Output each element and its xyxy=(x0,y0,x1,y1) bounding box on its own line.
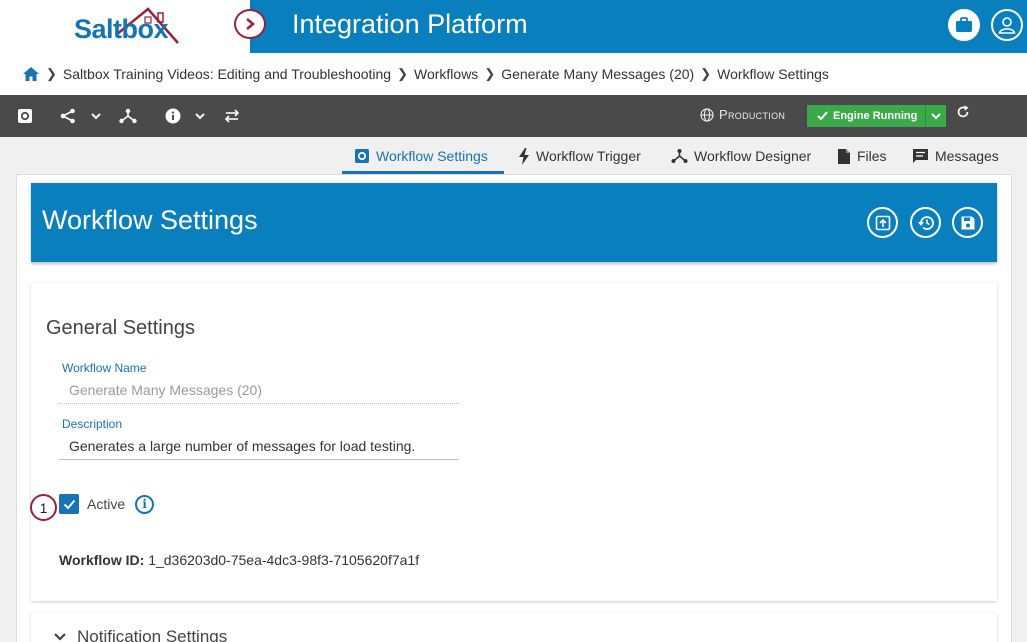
workflow-id-label: Workflow ID: xyxy=(59,552,145,568)
export-button[interactable] xyxy=(867,207,898,238)
briefcase-icon xyxy=(956,17,972,32)
breadcrumb-item-workflow[interactable]: Generate Many Messages (20) xyxy=(501,66,694,82)
tab-files[interactable]: Files xyxy=(837,145,887,174)
chevron-right-icon: ❯ xyxy=(484,66,496,81)
file-icon xyxy=(838,149,850,164)
user-icon xyxy=(998,17,1016,34)
app-title: Integration Platform xyxy=(292,9,528,39)
chevron-right-icon: ❯ xyxy=(700,66,712,81)
tab-label: Workflow Settings xyxy=(376,148,488,164)
sidebar-toggle-button[interactable] xyxy=(234,9,266,39)
swap-tool-button[interactable] xyxy=(223,106,241,126)
tab-label: Files xyxy=(857,148,887,164)
share-tool-button[interactable] xyxy=(60,106,76,126)
workflow-id: Workflow ID: 1_d36203d0-75ea-4dc3-98f3-7… xyxy=(59,552,419,568)
chevron-down-icon xyxy=(195,113,205,120)
active-label: Active xyxy=(87,496,126,512)
tab-workflow-trigger[interactable]: Workflow Trigger xyxy=(518,145,641,174)
engine-dropdown-button[interactable] xyxy=(925,105,946,127)
check-icon xyxy=(817,111,828,121)
user-profile-button[interactable] xyxy=(991,9,1023,41)
section-title: General Settings xyxy=(46,317,195,339)
message-icon xyxy=(913,149,928,163)
environment-indicator[interactable]: Production xyxy=(700,107,785,122)
share-dropdown-button[interactable] xyxy=(90,106,102,126)
notification-settings-card[interactable]: Notification Settings xyxy=(31,613,997,642)
tab-label: Workflow Designer xyxy=(694,148,812,164)
environment-label: Production xyxy=(719,107,786,122)
tab-workflow-designer[interactable]: Workflow Designer xyxy=(671,145,811,174)
notification-settings-header[interactable]: Notification Settings xyxy=(53,627,227,642)
flow-icon xyxy=(671,149,688,163)
logo-text: Saltbox xyxy=(74,14,169,44)
app-header: Saltbox Integration Platform xyxy=(0,0,1027,53)
chevron-down-icon xyxy=(54,633,66,641)
flow-tool-button[interactable] xyxy=(119,106,137,126)
export-icon xyxy=(875,215,890,230)
history-button[interactable] xyxy=(910,207,941,238)
tab-messages[interactable]: Messages xyxy=(912,145,999,174)
page-banner: Workflow Settings xyxy=(31,183,997,262)
gear-icon xyxy=(355,149,369,163)
chevron-right-icon: ❯ xyxy=(46,66,57,81)
settings-tool-button[interactable] xyxy=(17,106,33,126)
tab-workflow-settings[interactable]: Workflow Settings xyxy=(342,145,504,174)
info-tool-button[interactable] xyxy=(165,106,181,126)
active-checkbox[interactable] xyxy=(59,494,79,514)
description-label: Description xyxy=(62,417,123,431)
save-button[interactable] xyxy=(952,207,983,238)
breadcrumb-item-current: Workflow Settings xyxy=(717,66,829,82)
workflow-name-field: Generate Many Messages (20) xyxy=(59,382,459,404)
notification-settings-title: Notification Settings xyxy=(77,627,228,642)
home-icon[interactable] xyxy=(22,66,40,82)
breadcrumb-item-project[interactable]: Saltbox Training Videos: Editing and Tro… xyxy=(63,66,391,82)
globe-icon xyxy=(700,107,714,122)
save-icon xyxy=(961,216,974,229)
tab-bar: Workflow Settings Workflow Trigger Workf… xyxy=(0,137,1027,174)
logo-area: Saltbox xyxy=(0,0,250,53)
workflow-id-value: 1_d36203d0-75ea-4dc3-98f3-7105620f7a1f xyxy=(148,552,420,568)
engine-status-button[interactable]: Engine Running xyxy=(807,105,925,127)
general-settings-card: General Settings Workflow Name Generate … xyxy=(31,283,997,601)
chevron-down-icon xyxy=(931,113,941,120)
chevron-right-icon: ❯ xyxy=(397,66,408,81)
active-toggle-row: Active i xyxy=(59,494,155,514)
check-icon xyxy=(63,499,75,509)
share-icon xyxy=(60,108,75,124)
toolbar: Production Engine Running xyxy=(0,95,1027,137)
workflow-name-label: Workflow Name xyxy=(62,361,147,375)
gear-icon xyxy=(18,109,32,123)
info-icon[interactable]: i xyxy=(135,494,155,514)
refresh-button[interactable] xyxy=(956,105,970,123)
tab-label: Messages xyxy=(935,148,999,164)
page-title: Workflow Settings xyxy=(42,205,258,235)
refresh-icon xyxy=(957,105,969,118)
history-icon xyxy=(917,215,934,230)
description-field[interactable]: Generates a large number of messages for… xyxy=(59,438,459,460)
chevron-down-icon xyxy=(91,113,101,120)
briefcase-button[interactable] xyxy=(948,9,980,41)
tab-label: Workflow Trigger xyxy=(536,148,641,164)
engine-status-label: Engine Running xyxy=(833,110,918,122)
lightning-icon xyxy=(519,148,529,165)
breadcrumb-item-workflows[interactable]: Workflows xyxy=(414,66,478,82)
breadcrumb: ❯ Saltbox Training Videos: Editing and T… xyxy=(0,53,1027,95)
swap-arrows-icon xyxy=(224,109,240,123)
info-dropdown-button[interactable] xyxy=(194,106,206,126)
info-icon xyxy=(165,108,181,124)
chevron-right-icon xyxy=(246,18,255,30)
step-badge: 1 xyxy=(30,494,57,521)
flow-icon xyxy=(119,108,137,124)
